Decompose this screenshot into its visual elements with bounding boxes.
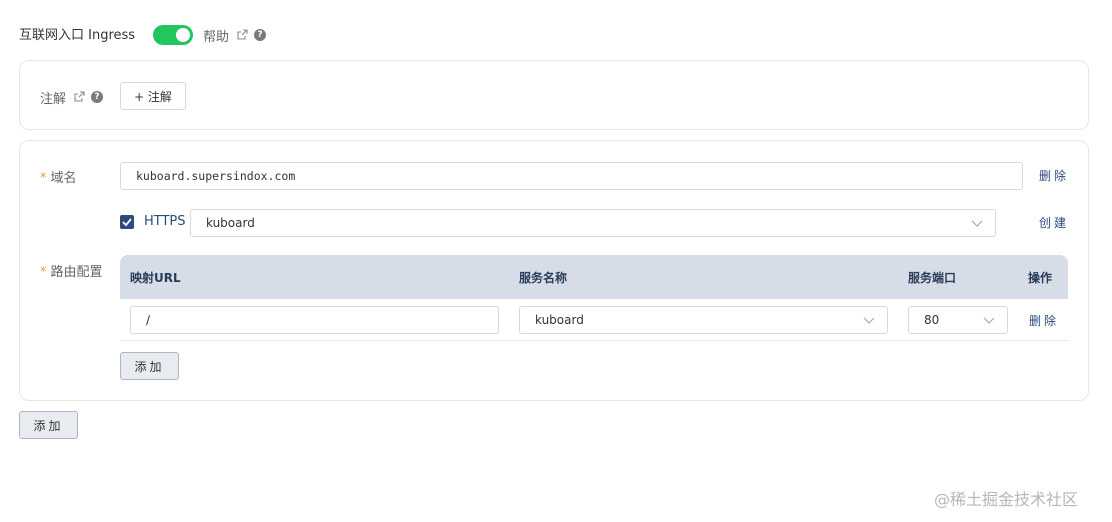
path-url-value: / (146, 313, 151, 327)
create-secret-link[interactable]: 创建 (1039, 214, 1069, 231)
toggle-knob (176, 28, 190, 42)
ingress-label: 互联网入口 Ingress (19, 28, 136, 43)
service-name-select[interactable]: kuboard (519, 306, 888, 334)
tls-secret-value: kuboard (206, 216, 255, 230)
ingress-toggle[interactable] (153, 25, 193, 45)
watermark: @稀土掘金技术社区 (934, 490, 1079, 509)
add-path-button[interactable]: 添加 (120, 352, 179, 380)
chevron-down-icon (971, 220, 983, 227)
column-header-service: 服务名称 (519, 271, 568, 285)
question-icon[interactable]: ? (91, 91, 103, 103)
required-mark: * (40, 171, 47, 186)
domain-input-value: kuboard.supersindox.com (136, 169, 296, 183)
add-annotation-button[interactable]: + 注解 (120, 82, 186, 110)
service-port-select[interactable]: 80 (908, 306, 1008, 334)
add-rule-button[interactable]: 添加 (19, 411, 78, 439)
column-header-action: 操作 (1028, 271, 1053, 285)
column-header-port: 服务端口 (908, 271, 957, 285)
delete-rule-button[interactable]: 删除 (1039, 167, 1069, 184)
question-icon[interactable]: ? (254, 29, 266, 41)
paths-label: * 路由配置 (40, 261, 103, 280)
tls-secret-select[interactable]: kuboard (190, 209, 996, 237)
chevron-down-icon (983, 317, 995, 324)
delete-path-button[interactable]: 删除 (1029, 312, 1059, 329)
column-header-url: 映射URL (130, 271, 181, 285)
paths-label-text: 路由配置 (50, 265, 103, 280)
check-icon (122, 218, 132, 227)
path-url-input[interactable]: / (130, 306, 499, 334)
external-link-icon[interactable] (74, 91, 85, 102)
domain-input[interactable]: kuboard.supersindox.com (120, 162, 1023, 190)
service-port-value: 80 (924, 313, 940, 327)
service-name-value: kuboard (535, 313, 584, 327)
https-label: HTTPS (144, 214, 186, 229)
https-checkbox[interactable] (120, 215, 134, 229)
domain-label-text: 域名 (50, 171, 77, 186)
domain-label: * 域名 (40, 167, 77, 186)
chevron-down-icon (863, 317, 875, 324)
annotations-label: 注解 (40, 92, 67, 107)
help-link[interactable]: 帮助 (203, 26, 229, 45)
external-link-icon[interactable] (237, 29, 248, 40)
required-mark: * (40, 265, 47, 280)
